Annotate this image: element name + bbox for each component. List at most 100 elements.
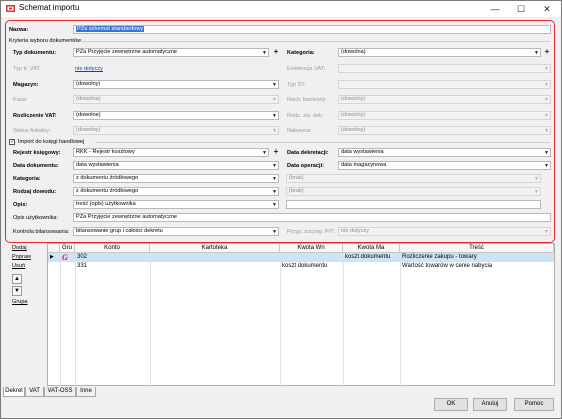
- tab-vat-oss[interactable]: VAT-OSS: [44, 387, 76, 397]
- chevron-down-icon: ▼: [544, 229, 549, 235]
- minimize-button[interactable]: —: [482, 1, 508, 17]
- data-dek-value: data wystawienia: [341, 149, 384, 155]
- cell-kwota-wn: [280, 253, 343, 262]
- nabywca-select[interactable]: (dowolny) ▼: [338, 126, 551, 135]
- rozliczenie-label: Rozliczenie VAT:: [13, 113, 57, 119]
- maximize-button[interactable]: ☐: [508, 1, 534, 17]
- kategoria2-right-select[interactable]: (brak) ▼: [286, 174, 541, 183]
- opis-extra-field[interactable]: [286, 200, 541, 209]
- delete-link[interactable]: Usuń: [12, 263, 25, 269]
- rozliczenie-select[interactable]: (dowolne) ▼: [73, 111, 279, 120]
- tab-vat[interactable]: VAT: [25, 387, 44, 397]
- criteria-heading: Kryteria wyboru dokumentów: [9, 38, 82, 44]
- rodzaj-select[interactable]: z dokumentu źródłowego ▼: [73, 187, 279, 196]
- group-link[interactable]: Grupa: [12, 299, 28, 305]
- data-dek-label: Data dekretacji:: [287, 150, 329, 156]
- typ-tr-label: Typ tr. VAT:: [13, 66, 41, 72]
- rejestr-label: Rejestr księgowy:: [13, 150, 61, 156]
- rodz-zw-select[interactable]: (dowolny) ▼: [338, 111, 551, 120]
- opis-value: treść (opis) użytkownika: [76, 201, 136, 207]
- data-dok-value: data wystawienia: [76, 162, 119, 168]
- cell-kwota-wn: koszt dokumentu: [282, 263, 328, 269]
- category-add-button[interactable]: +: [543, 48, 551, 57]
- name-field[interactable]: PZa schemat standardowy: [73, 25, 551, 34]
- ok-button[interactable]: OK: [434, 398, 468, 411]
- ewidencja-label: Ewidencja VAT:: [287, 66, 326, 72]
- typ-st-select[interactable]: ▼: [338, 80, 551, 89]
- header-gru[interactable]: Gru: [60, 244, 75, 253]
- cell-kwota-ma: [343, 262, 400, 271]
- cancel-button[interactable]: Anuluj: [473, 398, 507, 411]
- kasa-label: Kasa:: [13, 97, 28, 103]
- move-up-button[interactable]: ▲: [12, 274, 22, 284]
- title-bar: [1, 1, 561, 17]
- rodzaj-right-value: (brak): [289, 188, 304, 194]
- table-row[interactable]: ▶ G 302 koszt dokumentu Rozliczenie zaku…: [48, 253, 554, 262]
- typ-tr-link[interactable]: nie dotyczy: [75, 66, 103, 72]
- kontrola-select[interactable]: bilansowanie grup i całości dekretu ▼: [73, 227, 279, 236]
- opis-label: Opis:: [13, 202, 28, 208]
- przyp-label: Przyp. szczeg. PIT:: [287, 229, 335, 235]
- ewidencja-select[interactable]: ▼: [338, 64, 551, 73]
- doc-type-value: PZa Przyjęcie zewnętrzne automatyczne: [76, 49, 178, 55]
- cell-kwota-ma: koszt dokumentu: [345, 254, 391, 260]
- magazyn-label: Magazyn:: [13, 82, 39, 88]
- opis-select[interactable]: treść (opis) użytkownika ▼: [73, 200, 279, 209]
- edit-link[interactable]: Popraw: [12, 254, 31, 260]
- rach-select[interactable]: (dowolny) ▼: [338, 95, 551, 104]
- cell-tresc: Rozliczenie zakupu - towary: [402, 254, 477, 260]
- typ-st-label: Typ ŚT:: [287, 82, 306, 88]
- data-dok-select[interactable]: data wystawienia ▼: [73, 161, 279, 170]
- opis-uzyt-field[interactable]: PZa Przyjęcie zewnętrzne automatyczne: [73, 213, 551, 222]
- rach-label: Rach. bankowy:: [287, 97, 327, 103]
- chevron-down-icon: ▼: [544, 163, 549, 169]
- header-tresc[interactable]: Treść: [400, 244, 554, 253]
- row-pointer: [48, 262, 60, 271]
- status-value: (dowolny): [76, 127, 101, 133]
- magazyn-select[interactable]: (dowolny) ▼: [73, 80, 279, 89]
- doc-type-select[interactable]: PZa Przyjęcie zewnętrzne automatyczne ▼: [73, 48, 269, 57]
- move-down-button[interactable]: ▼: [12, 286, 22, 296]
- doc-type-add-button[interactable]: +: [272, 48, 280, 57]
- help-button[interactable]: Pomoc: [514, 398, 554, 411]
- category-select[interactable]: (dowolna) ▼: [338, 48, 541, 57]
- chevron-down-icon: ▼: [272, 202, 277, 208]
- entries-grid: Gru Konto Kartoteka Kwota Wn Kwota Ma Tr…: [47, 243, 555, 387]
- kategoria2-select[interactable]: z dokumentu źródłowego ▼: [73, 174, 279, 183]
- chevron-down-icon: ▼: [544, 66, 549, 72]
- add-link[interactable]: Dodaj: [12, 245, 27, 251]
- kategoria2-label: Kategoria:: [13, 176, 41, 182]
- data-op-value: data magazynowa: [341, 162, 387, 168]
- status-label: Status fiskalny:: [13, 128, 51, 134]
- header-kartoteka[interactable]: Kartoteka: [150, 244, 280, 253]
- tab-inne[interactable]: Inne: [76, 387, 96, 397]
- data-dek-select[interactable]: data wystawienia ▼: [338, 148, 551, 157]
- table-row[interactable]: 331 koszt dokumentu Wartość towarów w ce…: [48, 262, 554, 271]
- opis-uzyt-value: PZa Przyjęcie zewnętrzne automatyczne: [76, 214, 178, 220]
- chevron-down-icon: ▼: [272, 82, 277, 88]
- tab-dekret[interactable]: Dekret: [3, 387, 25, 397]
- rejestr-select[interactable]: RKK - Rejestr kosztowy ▼: [73, 148, 269, 157]
- status-select[interactable]: (dowolny) ▼: [73, 126, 279, 135]
- przyp-select[interactable]: nie dotyczy ▼: [338, 227, 551, 236]
- chevron-down-icon: ▼: [272, 113, 277, 119]
- header-kwota-wn[interactable]: Kwota Wn: [280, 244, 343, 253]
- chevron-down-icon: ▼: [544, 113, 549, 119]
- category-value: (dowolna): [341, 49, 366, 55]
- name-value: PZa schemat standardowy: [76, 26, 145, 32]
- chevron-down-icon: ▼: [544, 82, 549, 88]
- header-kwota-ma[interactable]: Kwota Ma: [343, 244, 400, 253]
- header-konto[interactable]: Konto: [75, 244, 150, 253]
- category-label: Kategoria:: [287, 50, 315, 56]
- import-checkbox[interactable]: ✓: [9, 139, 15, 145]
- rozliczenie-value: (dowolne): [76, 112, 101, 118]
- rodzaj-right-select[interactable]: (brak) ▼: [286, 187, 541, 196]
- kasa-select[interactable]: (dowolna) ▼: [73, 95, 279, 104]
- rejestr-add-button[interactable]: +: [272, 148, 280, 157]
- kontrola-value: bilansowanie grup i całości dekretu: [76, 228, 163, 234]
- przyp-value: nie dotyczy: [341, 228, 369, 234]
- kategoria2-right-value: (brak): [289, 175, 304, 181]
- close-button[interactable]: ✕: [534, 1, 560, 17]
- criteria-separator: [80, 41, 550, 42]
- data-op-select[interactable]: data magazynowa ▼: [338, 161, 551, 170]
